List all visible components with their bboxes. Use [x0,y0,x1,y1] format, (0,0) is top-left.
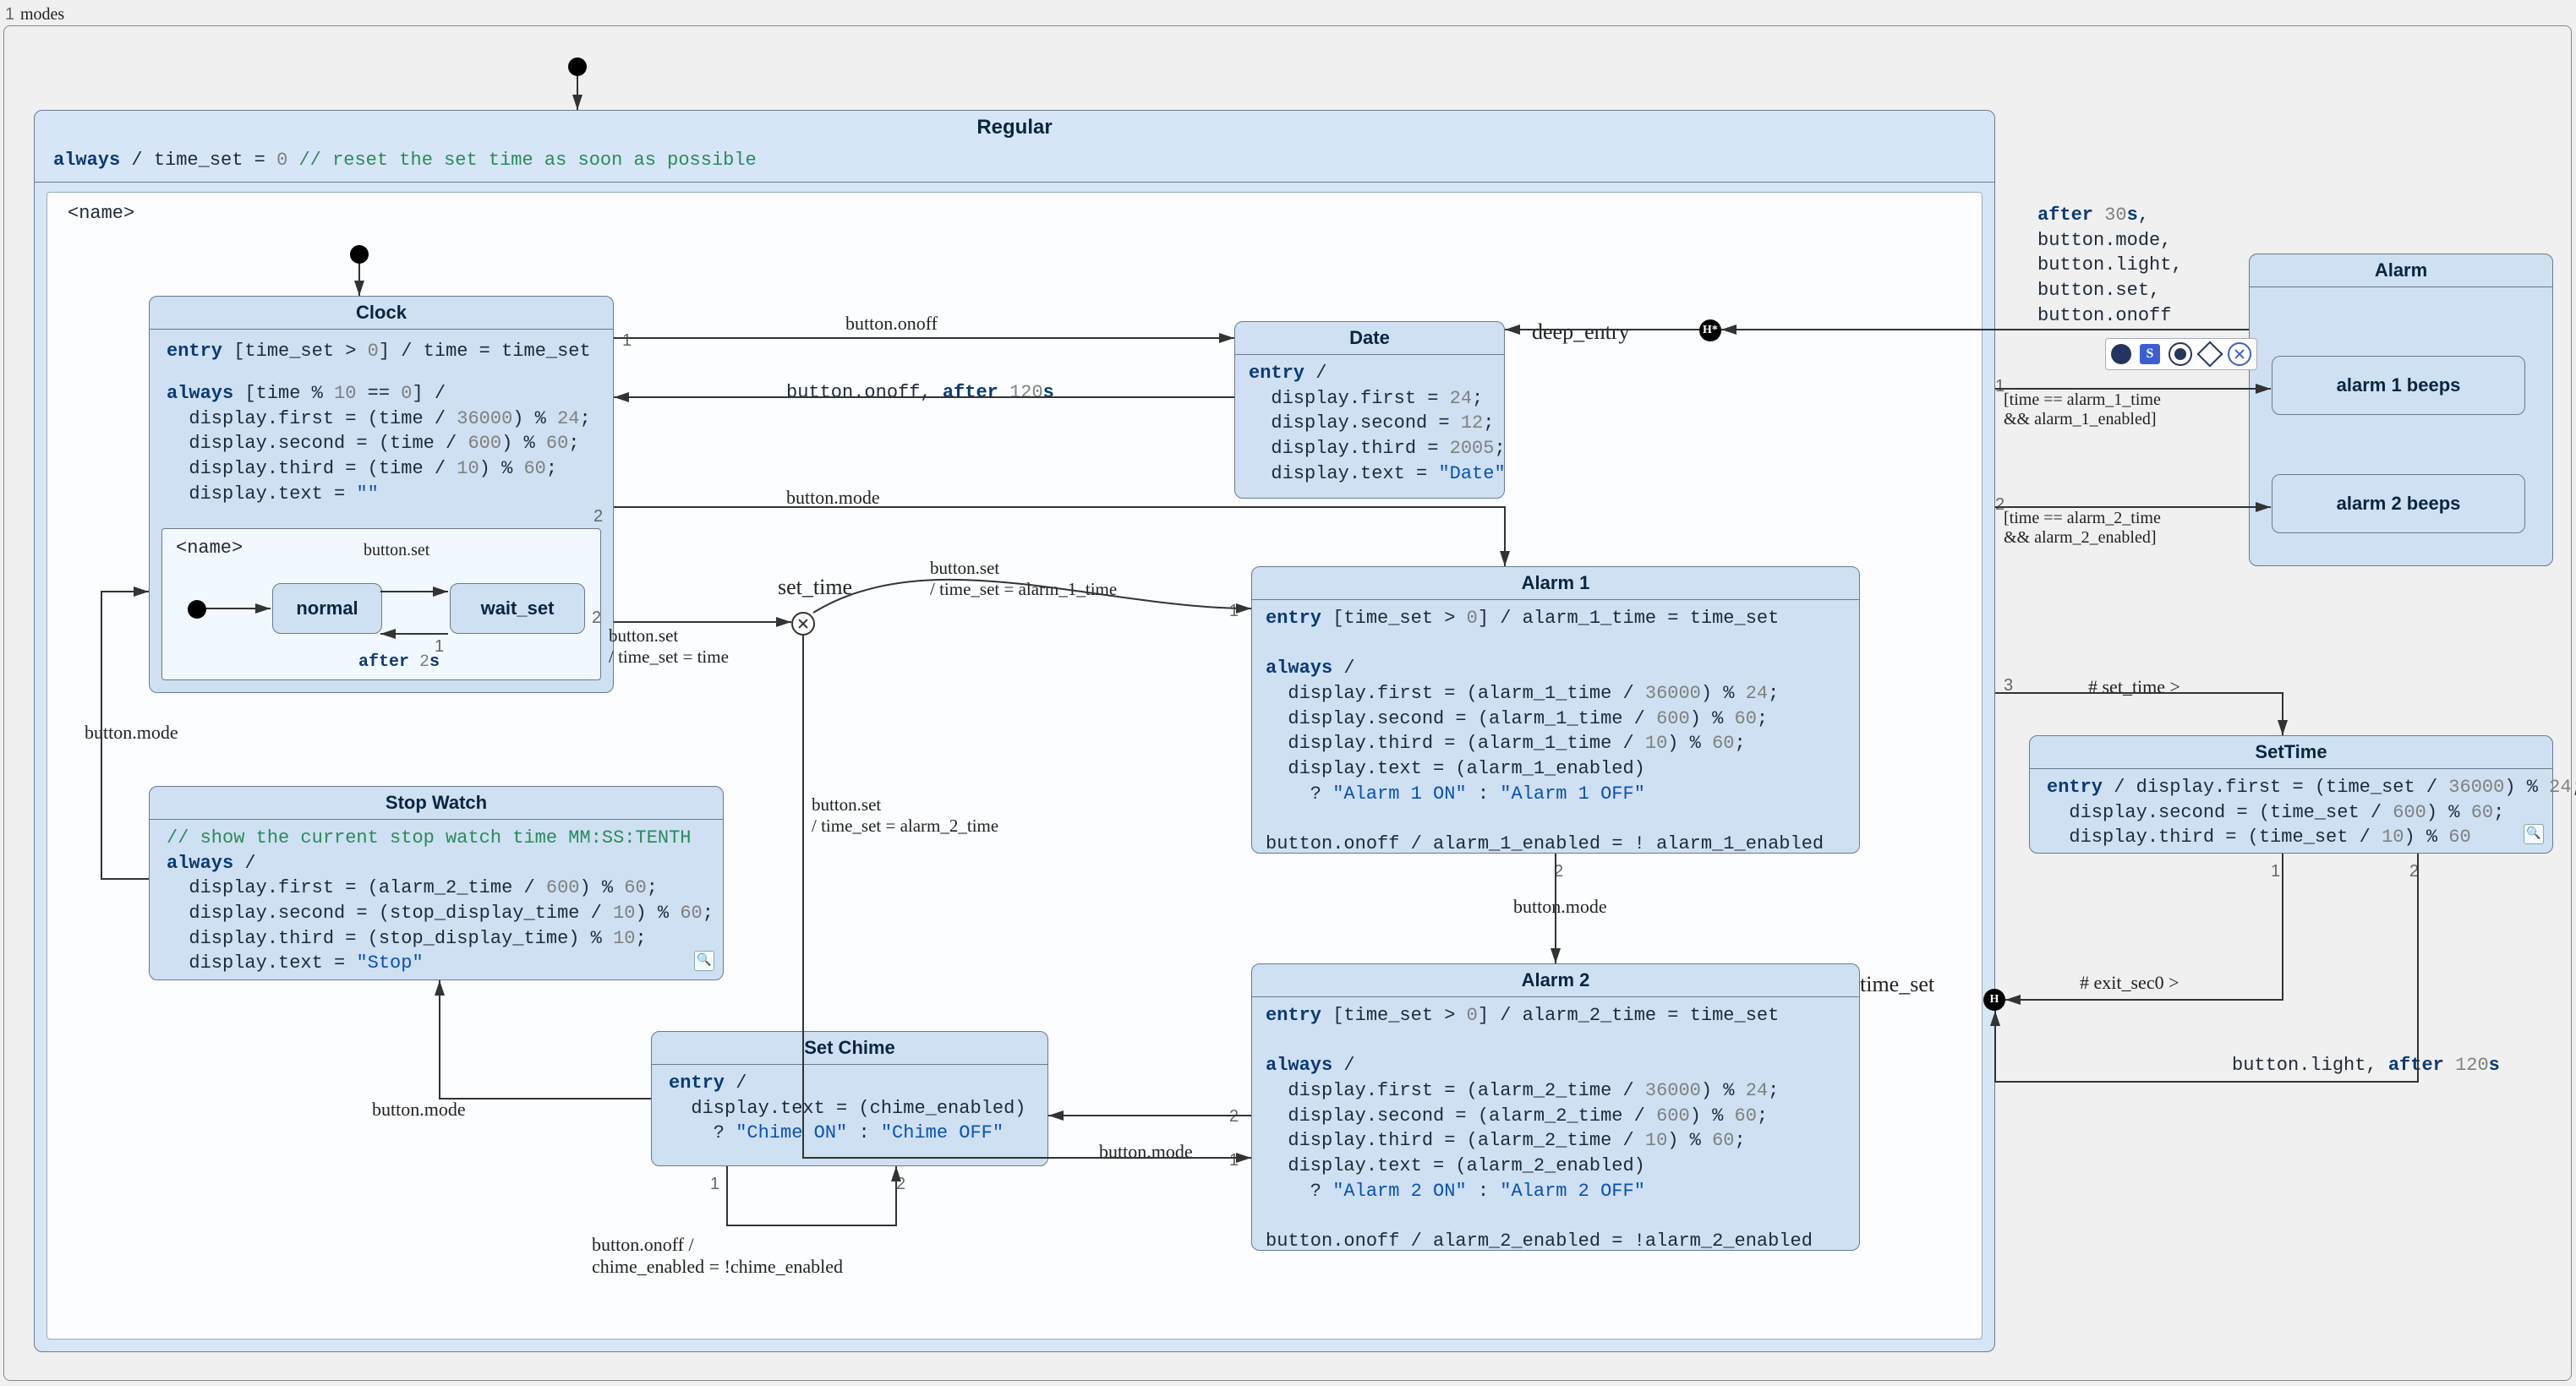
state-regular-title: Regular [976,116,1052,139]
tool-initial-icon[interactable] [2111,344,2131,364]
edge-settime-back: button.light, after 120s [2232,1053,2500,1078]
state-normal-label: normal [273,584,381,633]
date-body: entry / display.first = 24; display.seco… [1249,361,1506,486]
port-2e: 2 [896,1175,905,1194]
settime-body: entry / display.first = (time_set / 3600… [2047,775,2576,850]
port-2g: 2 [2409,862,2419,881]
port-1e: 1 [710,1175,719,1194]
edge-exit-sec0: # exit_sec0 > [2080,972,2179,994]
alarm2-beeps-label: alarm 2 beeps [2272,475,2524,532]
state-wait-set[interactable]: wait_set [450,583,585,634]
edge-clock-junc: button.set / time_set = time [609,625,729,668]
clock-entry: entry [time_set > 0] / time = time_set [167,339,591,364]
port-1g: 1 [2271,862,2280,881]
port-3: 3 [2004,676,2013,696]
state-stopwatch-title: Stop Watch [386,792,487,814]
state-setchime[interactable]: Set Chime entry / display.text = (chime_… [651,1031,1048,1166]
edge-set-time-ref: # set_time > [2088,676,2180,698]
alarm1-beeps-label: alarm 1 beeps [2272,357,2524,414]
history-time-set-icon[interactable]: H [1983,989,2005,1011]
time-set-label: time_set [1860,972,1934,997]
edge-date-clock: button.onoff, after 120s [786,380,1054,406]
edge-junc-alarm2: button.set / time_set = alarm_2_time [812,794,998,837]
port-1f: 1 [1995,377,2004,396]
state-settime-title: SetTime [2255,741,2327,763]
state-alarm2-beeps[interactable]: alarm 2 beeps [2272,474,2525,533]
state-alarm1-beeps[interactable]: alarm 1 beeps [2272,356,2525,415]
tool-choice-icon[interactable] [2196,341,2223,367]
state-alarm2[interactable]: Alarm 2 entry [time_set > 0] / alarm_2_t… [1251,963,1860,1251]
state-date[interactable]: Date entry / display.first = 24; display… [1234,321,1505,499]
alarm2-body: entry [time_set > 0] / alarm_2_time = ti… [1266,1003,1813,1254]
state-alarm1-title: Alarm 1 [1522,572,1590,594]
edge-junc-alarm1: button.set / time_set = alarm_1_time [930,558,1117,600]
edge-normal-waitset: button.set [364,541,429,560]
region-name-placeholder: <name> [68,201,134,226]
clock-subregion-name: <name> [176,536,243,561]
edge-setchime-stopwatch: button.mode [372,1099,466,1121]
edge-stopwatch-clock: button.mode [85,722,178,744]
deep-entry-label: deep_entry [1532,319,1630,345]
zoom-icon[interactable] [2524,824,2544,844]
edge-alarm1-alarm2: button.mode [1513,896,1607,918]
state-alarm[interactable]: Alarm alarm 1 beeps alarm 2 beeps [2249,254,2553,566]
stopwatch-body: // show the current stop watch time MM:S… [167,826,714,976]
deep-history-icon[interactable]: H* [1699,319,1721,341]
clock-sub-initial-icon [188,600,206,619]
state-alarm2-title: Alarm 2 [1522,969,1590,991]
port-2f: 2 [1995,495,2004,515]
initial-state-icon [568,57,587,76]
state-date-title: Date [1349,327,1390,349]
state-stopwatch[interactable]: Stop Watch // show the current stop watc… [149,786,724,980]
edge-alarm2-setchime: button.mode [1099,1141,1193,1163]
alarm1-body: entry [time_set > 0] / alarm_1_time = ti… [1266,606,1824,857]
port-1d: 1 [1229,1151,1239,1170]
edge-alarm-events: after 30s, button.mode, button.light, bu… [2037,203,2183,328]
zoom-icon[interactable] [694,951,714,971]
edge-alarm2-guard: [time == alarm_2_time && alarm_2_enabled… [2004,509,2161,548]
edge-chime-self: button.onoff / chime_enabled = !chime_en… [592,1234,843,1278]
port-1: 1 [622,331,632,351]
tool-final-icon[interactable] [2169,342,2192,366]
state-alarm1[interactable]: Alarm 1 entry [time_set > 0] / alarm_1_t… [1251,566,1860,854]
edge-waitset-normal: after 2s [358,651,440,674]
state-normal[interactable]: normal [272,583,382,634]
region-number: 1 [5,5,14,25]
tool-terminate-icon[interactable] [2228,342,2251,366]
regular-always: always / time_set = 0 // reset the set t… [53,148,757,173]
port-2c: 2 [1229,1107,1239,1127]
state-setchime-title: Set Chime [804,1037,895,1059]
edge-clock-date: button.onoff [845,313,938,335]
state-alarm-title: Alarm [2375,259,2427,281]
state-wait-set-label: wait_set [451,584,584,633]
clock-always: always [time % 10 == 0] / display.first … [167,381,591,506]
edge-alarm1-guard: [time == alarm_1_time && alarm_1_enabled… [2004,390,2161,429]
state-settime[interactable]: SetTime entry / display.first = (time_se… [2029,735,2553,854]
edge-clock-alarm1: button.mode [786,487,880,509]
palette-toolbar[interactable]: S [2105,338,2257,370]
set-time-junction-label: set_time [778,575,852,600]
junction-set-time[interactable] [791,612,815,636]
port-1b: 1 [435,637,444,657]
clock-initial-icon [350,245,369,264]
port-2: 2 [593,507,603,527]
port-2d: 2 [1554,862,1563,881]
modes-label: modes [20,5,64,25]
setchime-body: entry / display.text = (chime_enabled) ?… [669,1071,1025,1146]
state-clock-title: Clock [356,302,407,324]
state-clock[interactable]: Clock entry [time_set > 0] / time = time… [149,296,614,693]
port-2b: 2 [592,608,601,628]
port-1c: 1 [1229,602,1239,621]
tool-state-icon[interactable]: S [2140,344,2160,364]
